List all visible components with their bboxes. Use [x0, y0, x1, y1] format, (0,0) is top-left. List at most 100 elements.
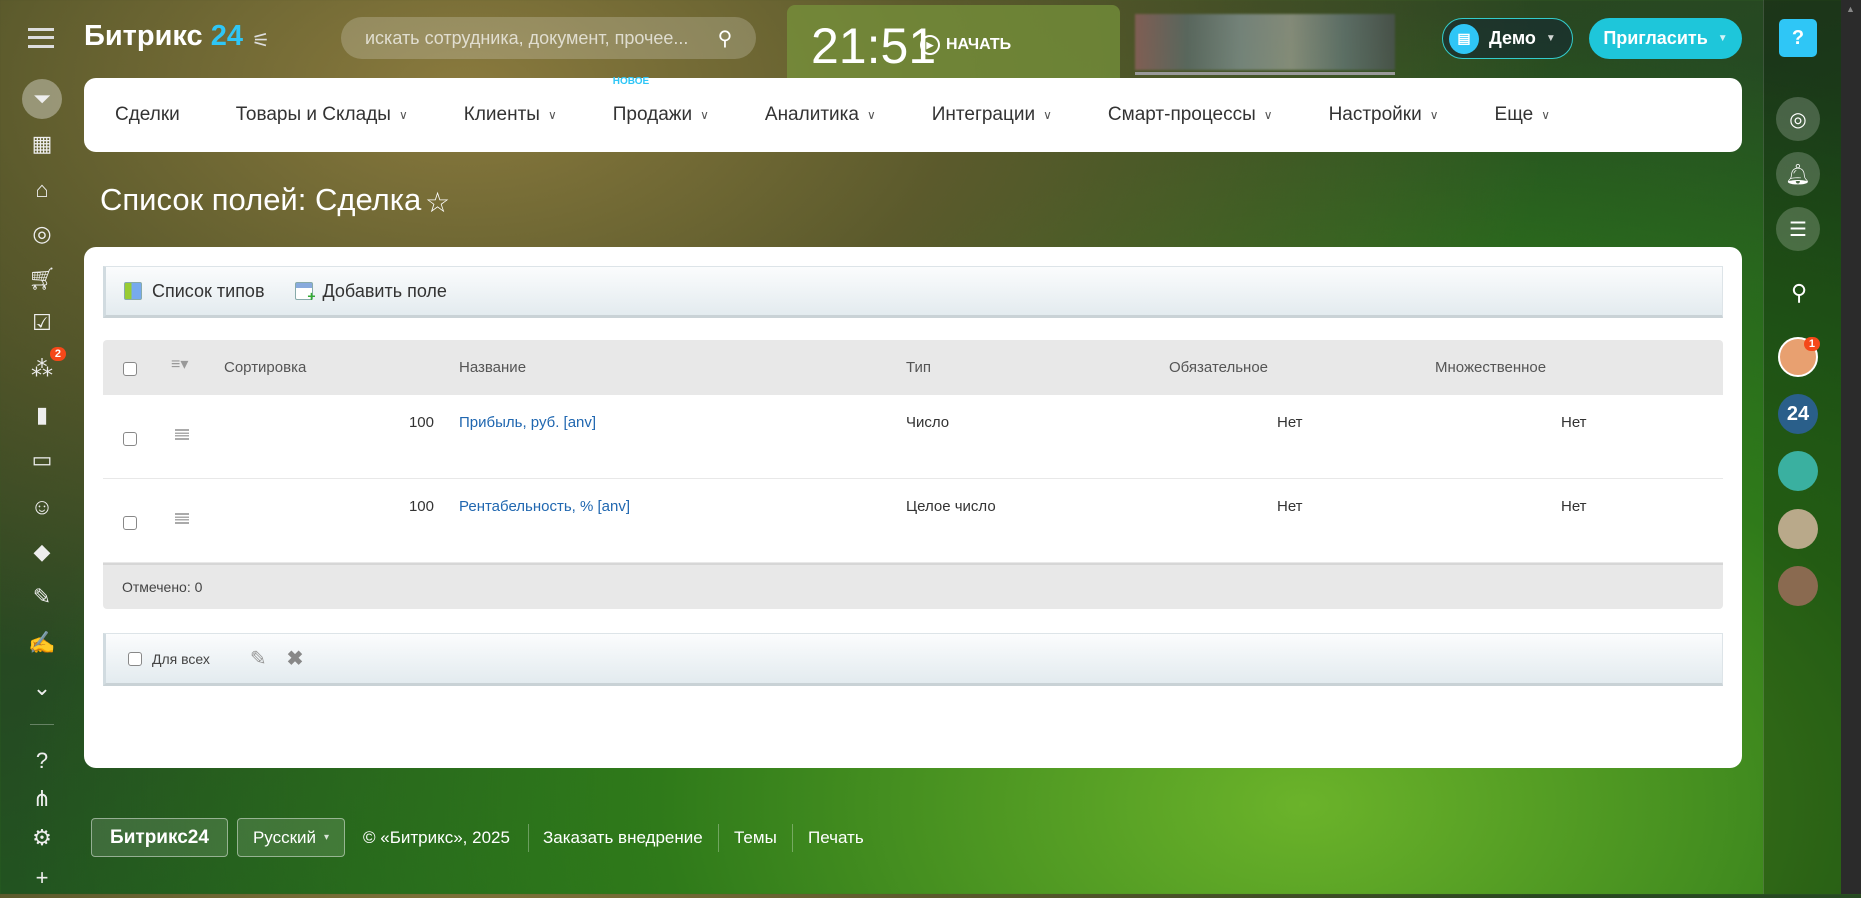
themes-link[interactable]: Темы [734, 828, 777, 848]
divider [528, 824, 529, 852]
search-icon[interactable]: ⚲ [1786, 280, 1812, 306]
robot-icon[interactable]: ☺ [22, 487, 62, 527]
sidebar-divider [30, 724, 54, 725]
target-icon[interactable]: ◎ [22, 214, 62, 254]
star-icon[interactable]: ☆ [425, 186, 450, 219]
pencil-icon[interactable]: ✎ [250, 646, 267, 671]
document-edit-icon[interactable]: ✎ [22, 577, 62, 617]
table-row[interactable]: 100 Рентабельность, % [anv] Целое число … [103, 479, 1723, 563]
chevron-down-icon: ∨ [1263, 108, 1273, 122]
row-checkbox[interactable] [123, 432, 137, 446]
user-underline [1135, 72, 1395, 75]
copilot-icon[interactable]: ◎ [1776, 97, 1820, 141]
table-row[interactable]: 100 Прибыль, руб. [anv] Число Нет Нет [103, 395, 1723, 479]
menu-item-clients[interactable]: Клиенты ∨ [464, 104, 557, 126]
cell-sort: 100 [408, 498, 434, 515]
cart-icon[interactable]: 🛒︎ [22, 259, 62, 299]
types-list-button[interactable]: Список типов [124, 281, 265, 302]
box-icon[interactable]: ◆ [22, 532, 62, 572]
bitrix-avatar[interactable]: 24 [1778, 394, 1818, 434]
menu-item-sales[interactable]: НОВОЕ Продажи ∨ [612, 76, 709, 126]
column-header-type[interactable]: Тип [906, 359, 931, 376]
sidebar-badge: 2 [49, 347, 66, 361]
demo-label: Демо [1489, 28, 1536, 48]
structure-icon[interactable]: ⋔ [22, 779, 62, 819]
menu-label: Смарт-процессы [1107, 104, 1256, 125]
column-settings-icon[interactable]: ≡▾ [171, 354, 188, 374]
add-field-label: Добавить поле [322, 280, 447, 301]
funnel-icon[interactable]: ⏷ [22, 79, 62, 119]
field-name-link[interactable]: Рентабельность, % [anv] [459, 498, 630, 515]
column-header-name[interactable]: Название [459, 359, 526, 376]
invite-button[interactable]: Пригласить ▼ [1589, 18, 1742, 59]
for-all-checkbox[interactable] [128, 651, 142, 666]
chat-avatar[interactable] [1778, 451, 1818, 491]
chevron-down-icon: ∨ [1429, 108, 1439, 122]
help-icon[interactable]: ? [22, 741, 62, 781]
footer-logo[interactable]: Битрикс24 [91, 818, 228, 857]
drag-handle-icon[interactable] [175, 429, 189, 440]
caret-down-icon: ▼ [1717, 33, 1728, 44]
chat-icon[interactable]: ☰ [1776, 207, 1820, 251]
menu-label: Продажи [612, 104, 693, 125]
clock-time: 21:51 [811, 18, 937, 74]
column-header-sort[interactable]: Сортировка [224, 359, 306, 376]
search-input[interactable] [341, 17, 756, 59]
start-day-button[interactable]: ▶ НАЧАТЬ [920, 35, 1011, 55]
order-link[interactable]: Заказать внедрение [543, 828, 703, 848]
menu-item-smart-processes[interactable]: Смарт-процессы ∨ [1108, 104, 1273, 126]
gear-icon[interactable]: ⚙ [22, 818, 62, 858]
menu-label: Еще [1494, 104, 1534, 125]
start-label: НАЧАТЬ [946, 36, 1012, 53]
caret-down-icon: ▼ [1545, 33, 1556, 44]
demo-button[interactable]: ▤ Демо ▼ [1442, 18, 1573, 59]
drag-handle-icon[interactable] [175, 513, 189, 524]
avatar[interactable] [1778, 566, 1818, 606]
search-icon[interactable]: ⚲ [713, 26, 737, 50]
tasks-icon[interactable]: ☑ [22, 303, 62, 343]
menu-toggle-button[interactable] [28, 28, 54, 48]
menu-item-integrations[interactable]: Интеграции ∨ [932, 104, 1052, 126]
avatar[interactable]: 1 [1778, 337, 1820, 377]
bell-icon[interactable]: 🔔︎ [1776, 152, 1820, 196]
divider [792, 824, 793, 852]
column-header-required[interactable]: Обязательное [1169, 359, 1268, 376]
menu-label: Сделки [115, 104, 180, 125]
row-checkbox[interactable] [123, 516, 137, 530]
analytics-icon[interactable]: ▮ [22, 395, 62, 435]
menu-item-settings[interactable]: Настройки ∨ [1329, 104, 1439, 126]
menu-item-more[interactable]: Еще ∨ [1495, 104, 1550, 126]
scrollbar[interactable] [1841, 0, 1861, 894]
user-profile-blurred[interactable] [1135, 14, 1395, 70]
divider [718, 824, 719, 852]
avatar[interactable] [1778, 509, 1818, 549]
more-chevron-icon[interactable]: ⌄ [22, 668, 62, 708]
grid-header: ≡▾ Сортировка Название Тип Обязательное … [103, 340, 1723, 395]
calendar-icon[interactable]: ▦ [22, 124, 62, 164]
settings-sliders-icon[interactable]: ⚟ [252, 28, 270, 53]
delete-icon[interactable]: ✖ [287, 646, 304, 671]
plus-icon[interactable]: + [22, 858, 62, 898]
chevron-down-icon: ∨ [1043, 108, 1052, 122]
logo[interactable]: Битрикс 24 [84, 20, 243, 53]
help-button[interactable]: ? [1779, 19, 1817, 57]
logo-text: Битрикс [84, 20, 203, 52]
contact-card-icon[interactable]: ▭ [22, 440, 62, 480]
add-field-button[interactable]: Добавить поле [294, 280, 447, 304]
field-name-link[interactable]: Прибыль, руб. [anv] [459, 414, 596, 431]
language-select[interactable]: Русский ▾ [237, 818, 345, 857]
signature-icon[interactable]: ✍ [22, 623, 62, 663]
store-icon[interactable]: ⌂ [22, 170, 62, 210]
menu-item-analytics[interactable]: Аналитика ∨ [765, 104, 876, 126]
cell-type: Число [906, 414, 950, 431]
logo-number: 24 [210, 20, 244, 52]
menu-item-goods[interactable]: Товары и Склады ∨ [236, 104, 408, 126]
play-icon: ▶ [920, 35, 940, 55]
groups-icon[interactable]: ⁂ 2 [22, 347, 66, 389]
select-all-checkbox[interactable] [123, 362, 137, 376]
for-all-label: Для всех [152, 650, 210, 667]
print-link[interactable]: Печать [808, 828, 864, 848]
chevron-down-icon: ∨ [1541, 108, 1550, 122]
column-header-multiple[interactable]: Множественное [1435, 359, 1546, 376]
menu-item-deals[interactable]: Сделки [115, 104, 180, 126]
